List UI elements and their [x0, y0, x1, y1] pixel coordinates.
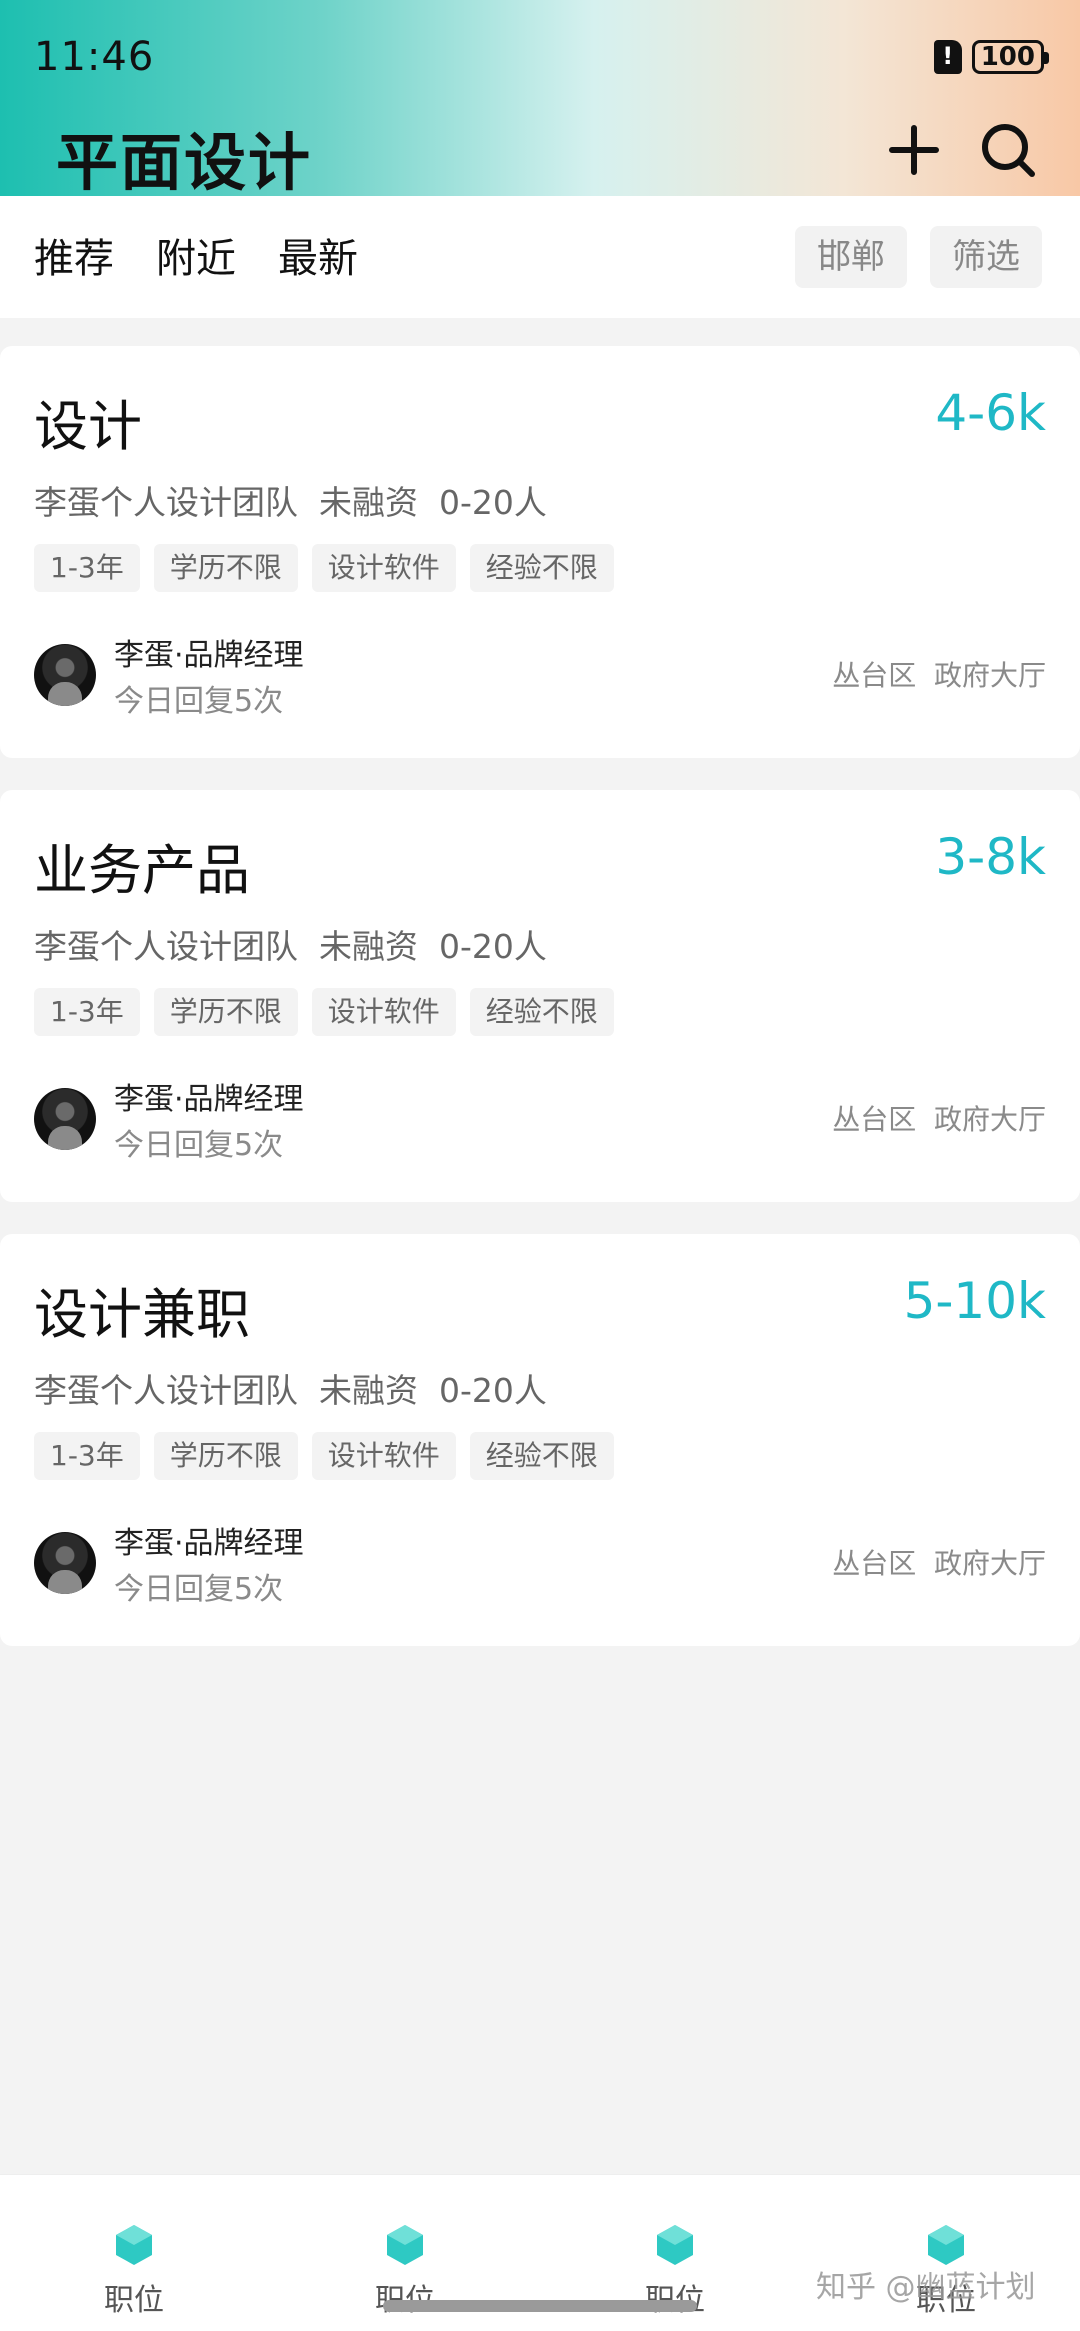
recruiter-avatar [34, 1088, 96, 1150]
city-selector[interactable]: 邯郸 [795, 226, 907, 288]
nav-label: 职位 [335, 2275, 475, 2319]
job-location: 丛台区 政府大厅 [832, 659, 1046, 692]
tab-latest[interactable]: 最新 [278, 226, 358, 284]
add-button[interactable] [884, 120, 944, 180]
recruiter-name: 李蛋·品牌经理 [114, 1082, 304, 1117]
filter-button[interactable]: 筛选 [930, 226, 1042, 288]
job-salary: 4-6k [935, 384, 1046, 442]
filter-tabs: 推荐 附近 最新 [34, 226, 358, 284]
job-tag: 1-3年 [34, 544, 140, 592]
sim-alert-icon [933, 40, 962, 74]
job-card[interactable]: 业务产品 3-8k 李蛋个人设计团队 未融资 0-20人 1-3年 学历不限 设… [0, 790, 1080, 1202]
recruiter-avatar [34, 1532, 96, 1594]
job-title: 业务产品 [34, 839, 250, 902]
job-tag: 学历不限 [153, 988, 298, 1036]
job-tags: 1-3年 学历不限 设计软件 经验不限 [34, 988, 614, 1036]
hexagon-icon [657, 2225, 693, 2265]
status-time: 11:46 [34, 34, 155, 80]
job-location: 丛台区 政府大厅 [832, 1547, 1046, 1580]
watermark: 知乎 @幽蓝计划 [816, 2270, 1036, 2305]
job-tag: 1-3年 [34, 988, 140, 1036]
job-location: 丛台区 政府大厅 [832, 1103, 1046, 1136]
tab-recommend[interactable]: 推荐 [34, 226, 114, 284]
job-tag: 学历不限 [153, 1432, 298, 1480]
job-salary: 5-10k [903, 1272, 1046, 1330]
battery-icon: 100 [971, 40, 1050, 74]
job-tag: 经验不限 [469, 1432, 614, 1480]
reply-stat: 今日回复5次 [114, 1572, 284, 1607]
recruiter-name: 李蛋·品牌经理 [114, 638, 304, 673]
recruiter-avatar [34, 644, 96, 706]
job-tag: 1-3年 [34, 1432, 140, 1480]
hexagon-icon [928, 2225, 964, 2265]
reply-stat: 今日回复5次 [114, 684, 284, 719]
company-info: 李蛋个人设计团队 未融资 0-20人 [34, 1371, 547, 1410]
nav-item-jobs-4[interactable]: 职位 [876, 2175, 1016, 2331]
status-icons: 100 [933, 40, 1050, 74]
reply-stat: 今日回复5次 [114, 1128, 284, 1163]
app-header: 11:46 100 平面设计 [0, 0, 1080, 199]
job-tag: 经验不限 [469, 544, 614, 592]
hexagon-icon [387, 2225, 423, 2265]
job-tag: 设计软件 [311, 988, 456, 1036]
job-salary: 3-8k [935, 828, 1046, 886]
recruiter-name: 李蛋·品牌经理 [114, 1526, 304, 1561]
search-button[interactable] [978, 120, 1038, 180]
job-card[interactable]: 设计 4-6k 李蛋个人设计团队 未融资 0-20人 1-3年 学历不限 设计软… [0, 346, 1080, 758]
job-tag: 学历不限 [153, 544, 298, 592]
nav-label: 职位 [104, 2283, 164, 2318]
company-info: 李蛋个人设计团队 未融资 0-20人 [34, 483, 547, 522]
hexagon-icon [116, 2225, 152, 2265]
search-icon [982, 124, 1035, 177]
job-tags: 1-3年 学历不限 设计软件 经验不限 [34, 1432, 614, 1480]
job-tag: 设计软件 [311, 1432, 456, 1480]
filter-bar: 推荐 附近 最新 邯郸 筛选 [0, 196, 1080, 318]
job-tag: 设计软件 [311, 544, 456, 592]
nav-label: 职位 [605, 2275, 745, 2319]
job-title: 设计兼职 [34, 1283, 250, 1346]
job-title: 设计 [34, 395, 142, 458]
nav-item-jobs[interactable]: 职位 [64, 2175, 204, 2331]
job-tag: 经验不限 [469, 988, 614, 1036]
job-tags: 1-3年 学历不限 设计软件 经验不限 [34, 544, 614, 592]
page-title: 平面设计 [56, 126, 313, 199]
job-card[interactable]: 设计兼职 5-10k 李蛋个人设计团队 未融资 0-20人 1-3年 学历不限 … [0, 1234, 1080, 1646]
home-indicator[interactable] [383, 2300, 697, 2312]
plus-icon [889, 125, 939, 175]
tab-nearby[interactable]: 附近 [156, 226, 236, 284]
company-info: 李蛋个人设计团队 未融资 0-20人 [34, 927, 547, 966]
